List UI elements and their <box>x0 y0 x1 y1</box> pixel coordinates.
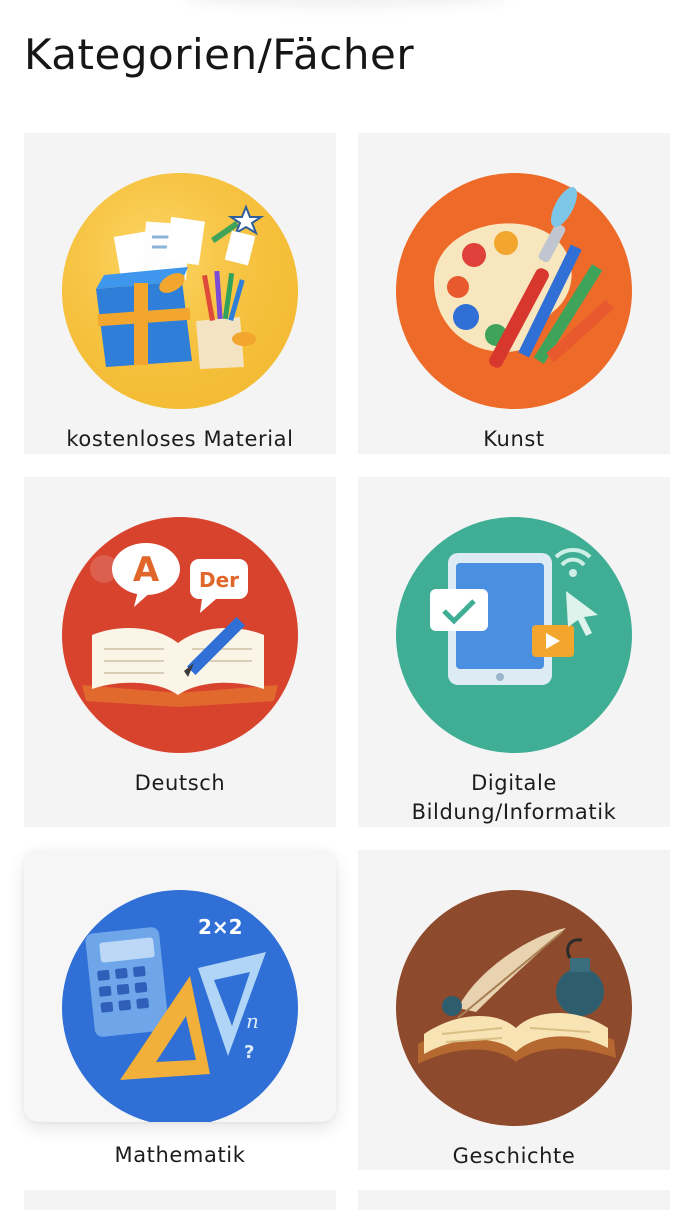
category-label: Geschichte <box>452 1144 576 1168</box>
quill-book-inkwell-icon <box>396 890 632 1126</box>
paint-palette-icon <box>396 173 632 409</box>
category-label-line2: Bildung/Informatik <box>411 800 617 824</box>
category-label: Digitale <box>471 771 557 795</box>
category-label: kostenloses Material <box>66 427 294 451</box>
math-formula-text: 2×2 <box>198 915 243 939</box>
category-label: Kunst <box>483 427 545 451</box>
category-label-mathematik-below: Mathematik <box>114 1143 246 1167</box>
category-card-mathematik[interactable]: 2×2 n ? Mathematik <box>24 850 336 1122</box>
category-card-deutsch[interactable]: A Der Deutsch <box>24 477 336 827</box>
open-book-speech-bubbles-icon: A Der <box>62 517 298 753</box>
math-question-text: ? <box>244 1042 254 1063</box>
top-edge-shadow <box>180 0 510 8</box>
category-card-kunst[interactable]: Kunst <box>358 133 670 454</box>
gift-box-with-papers-icon <box>62 173 298 409</box>
calculator-triangle-ruler-icon: 2×2 n ? <box>62 890 298 1122</box>
tablet-cursor-icon <box>396 517 632 753</box>
next-row-card-peek-left <box>24 1190 336 1210</box>
bubble-der-text: Der <box>199 568 239 592</box>
category-label: Deutsch <box>134 771 226 795</box>
category-card-kostenloses-material[interactable]: kostenloses Material <box>24 133 336 454</box>
category-card-digitale-bildung-informatik[interactable]: Digitale Bildung/Informatik <box>358 477 670 827</box>
bubble-a-text: A <box>133 550 160 590</box>
next-row-card-peek-right <box>358 1190 670 1210</box>
category-card-geschichte[interactable]: Geschichte <box>358 850 670 1170</box>
page-title: Kategorien/Fächer <box>24 30 415 79</box>
math-n-text: n <box>246 1009 259 1033</box>
